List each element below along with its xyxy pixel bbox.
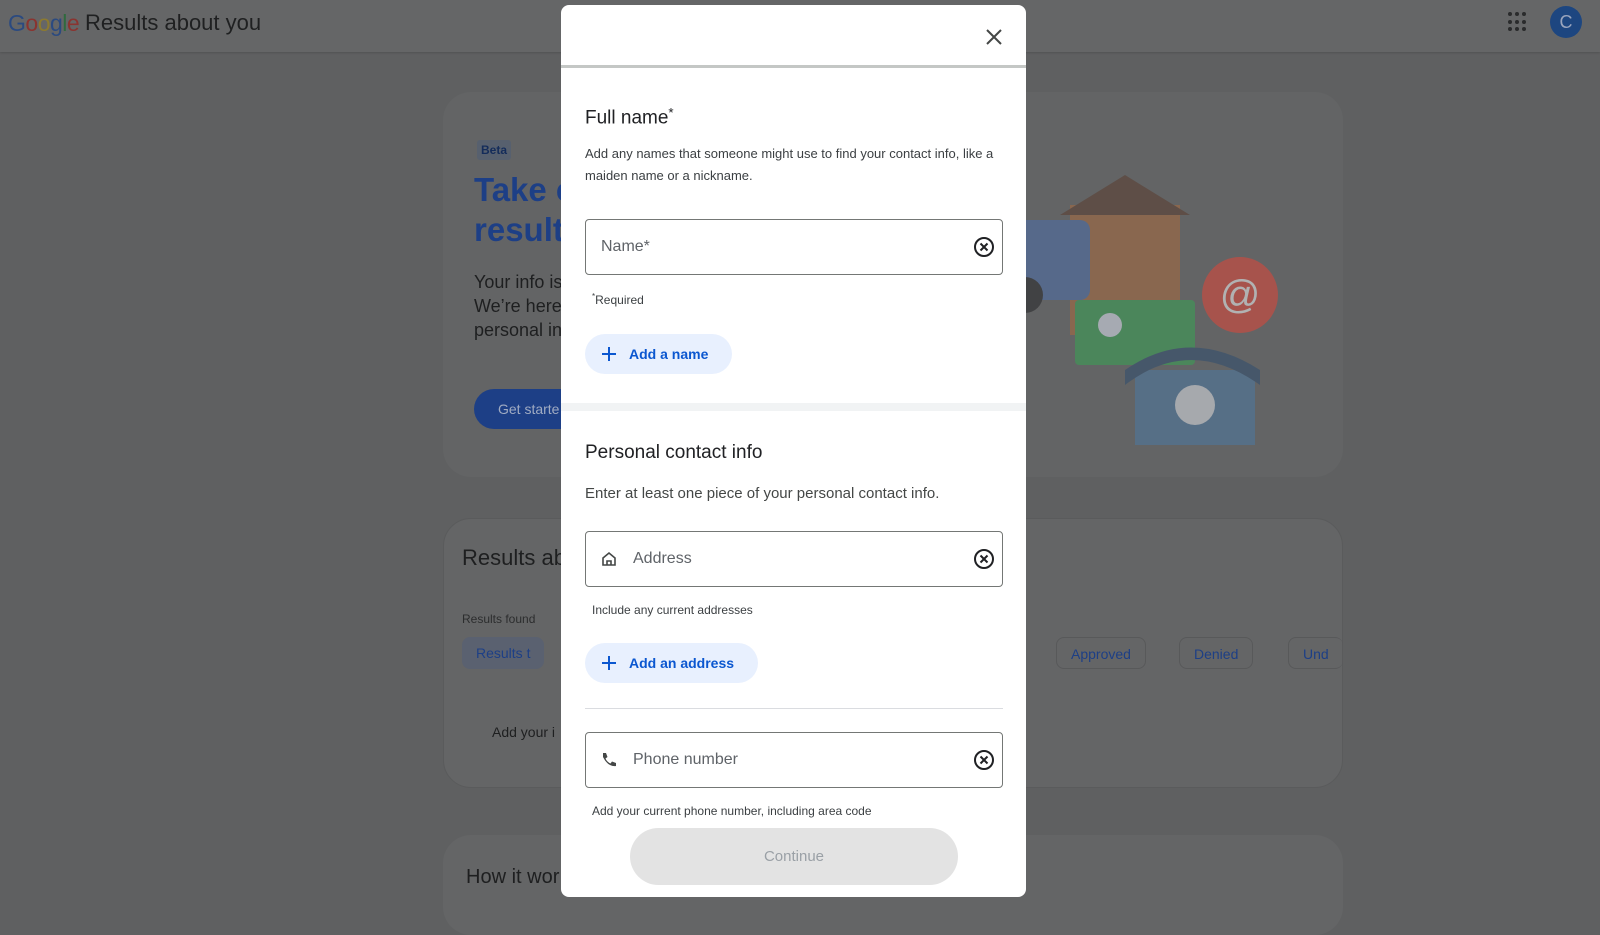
app-title: Results about you	[85, 10, 262, 35]
chip-results[interactable]: Results t	[462, 637, 545, 669]
dialog-header	[561, 5, 1026, 68]
svg-text:@: @	[1220, 273, 1261, 317]
full-name-description: Add any names that someone might use to …	[585, 146, 994, 183]
field-divider	[585, 708, 1003, 709]
full-name-heading: Full name	[585, 107, 669, 129]
clear-phone-icon[interactable]	[972, 748, 996, 772]
add-info-text: Add your i	[492, 724, 556, 740]
phone-hint: Add your current phone number, including…	[592, 804, 872, 818]
beta-badge: Beta	[477, 140, 512, 160]
close-icon[interactable]	[982, 25, 1006, 49]
address-field	[585, 531, 1003, 587]
contact-description: Enter at least one piece of your persona…	[585, 485, 940, 502]
hero-text: Your info is We’re here personal in	[474, 272, 563, 340]
add-name-label: Add a name	[629, 346, 709, 362]
plus-icon	[602, 347, 616, 361]
add-address-button[interactable]: Add an address	[585, 643, 759, 683]
apps-grid-icon[interactable]	[1508, 12, 1528, 32]
privacy-illustration: @	[1010, 175, 1278, 445]
results-found-label: Results found	[462, 612, 536, 626]
google-logo: Google	[8, 10, 80, 36]
required-mark: *	[668, 105, 674, 120]
name-field	[585, 219, 1003, 275]
contact-info-dialog: Full name* Add any names that someone mi…	[561, 5, 1026, 897]
how-title: How it wor	[466, 866, 560, 888]
phone-input[interactable]	[633, 733, 973, 787]
required-hint: Required	[595, 293, 644, 307]
name-input[interactable]	[601, 220, 941, 274]
avatar[interactable]: C	[1550, 6, 1582, 38]
phone-field	[585, 732, 1003, 788]
add-address-label: Add an address	[629, 655, 735, 671]
add-name-button[interactable]: Add a name	[585, 334, 733, 374]
home-icon	[602, 551, 616, 566]
address-hint: Include any current addresses	[592, 603, 753, 617]
clear-name-icon[interactable]	[972, 235, 996, 259]
address-input[interactable]	[633, 532, 973, 586]
continue-button[interactable]: Continue	[630, 828, 958, 885]
section-divider	[561, 403, 1026, 411]
plus-icon	[602, 656, 616, 670]
phone-icon	[603, 753, 616, 767]
contact-heading: Personal contact info	[585, 442, 763, 463]
clear-address-icon[interactable]	[972, 547, 996, 571]
hero-title: Take c result	[474, 171, 574, 248]
chip-denied[interactable]: Denied	[1179, 637, 1254, 669]
chip-approved[interactable]: Approved	[1056, 637, 1146, 669]
chip-undo[interactable]: Und	[1288, 637, 1343, 669]
